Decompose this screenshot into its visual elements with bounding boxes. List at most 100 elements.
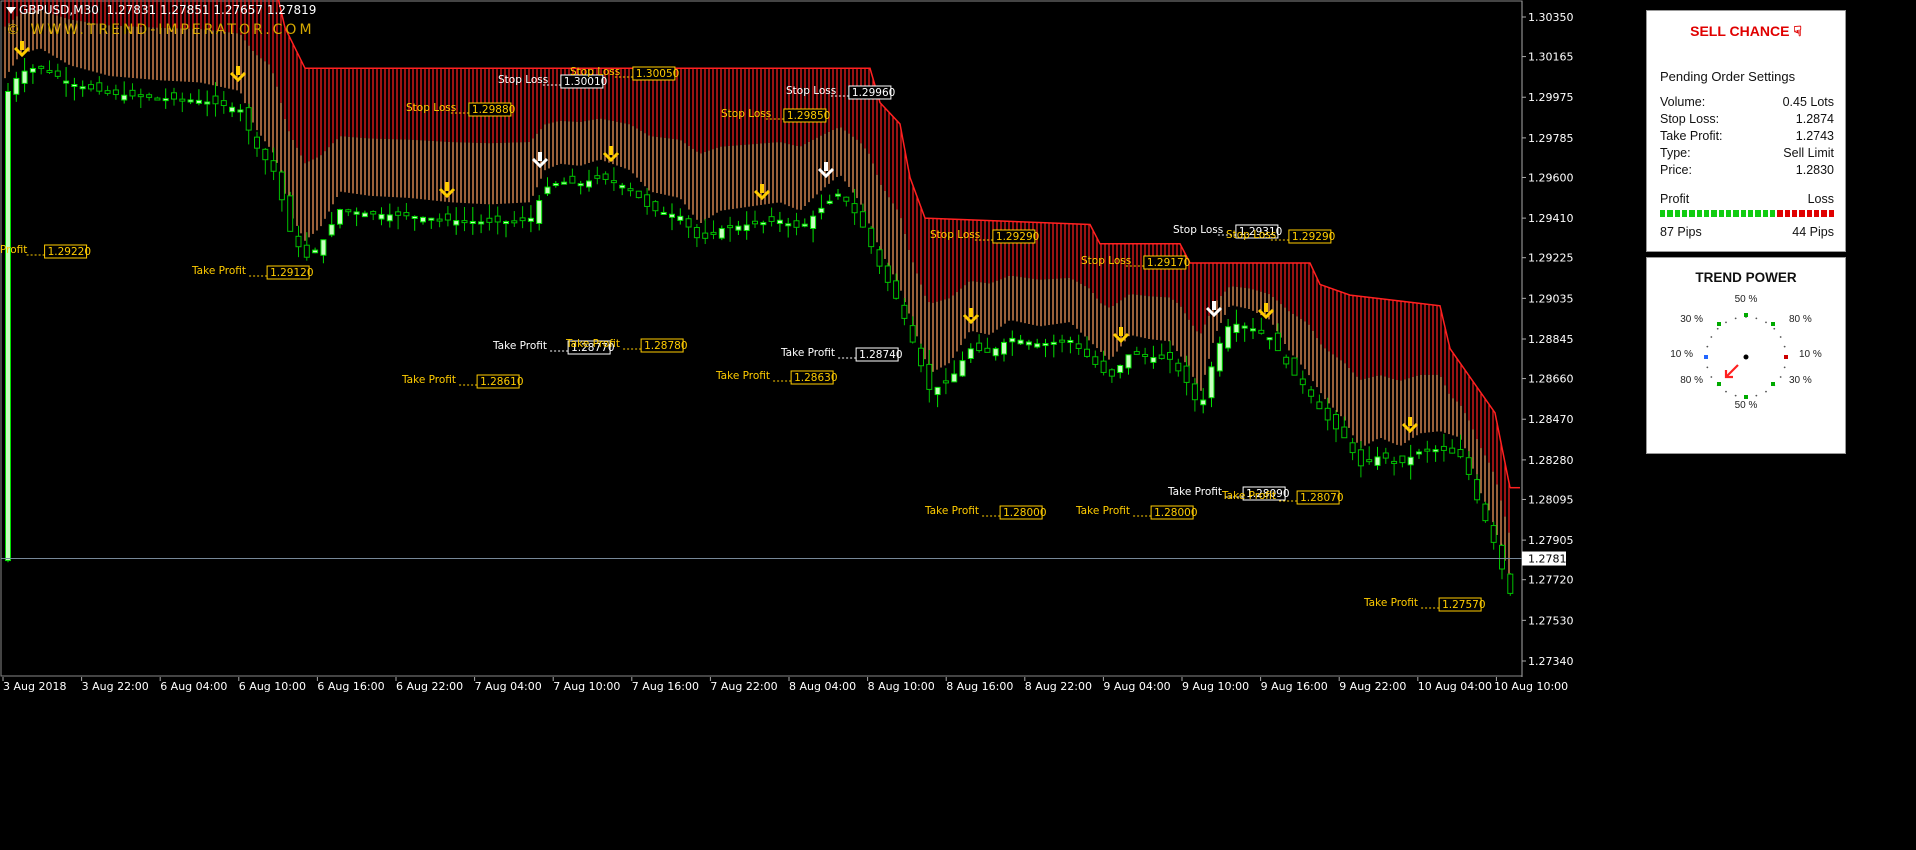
candle-body xyxy=(967,348,974,360)
gauge-marker xyxy=(1717,382,1721,386)
gauge-dot xyxy=(1783,366,1786,369)
candle-body xyxy=(1399,455,1406,464)
candle-body xyxy=(561,181,568,185)
gauge-dot xyxy=(1779,376,1782,378)
candle-body xyxy=(876,249,883,267)
gauge-label: 30 % xyxy=(1789,375,1812,386)
candle-body xyxy=(1374,456,1381,466)
candle-body xyxy=(901,304,908,319)
gauge-dot xyxy=(1734,394,1737,397)
trade-label-value: 1.28780 xyxy=(644,340,687,352)
price-tick-label: 1.30350 xyxy=(1528,11,1574,24)
candle-body xyxy=(1341,426,1348,439)
candle-body xyxy=(735,225,742,231)
candle-body xyxy=(278,171,285,201)
gauge-dot xyxy=(1710,336,1713,338)
trade-label-text: Take Profit xyxy=(1075,505,1130,517)
candle-body xyxy=(1357,449,1364,467)
dropdown-triangle-icon[interactable] xyxy=(6,7,16,14)
price-tick-label: 1.27905 xyxy=(1528,534,1574,547)
gauge-label: 80 % xyxy=(1680,375,1703,386)
candle-body xyxy=(934,386,941,396)
profit-loss-segment xyxy=(1740,210,1746,217)
trade-label-value: 1.28070 xyxy=(1300,492,1343,504)
candle-body xyxy=(1324,407,1331,421)
gauge-dot xyxy=(1716,327,1719,330)
candle-body xyxy=(868,227,875,248)
candle-body xyxy=(909,325,916,343)
price-tick-label: 1.27340 xyxy=(1528,655,1574,668)
profit-loss-segment xyxy=(1703,210,1710,217)
candle-body xyxy=(146,94,153,98)
candle-body xyxy=(801,223,808,227)
time-tick-label: 7 Aug 10:00 xyxy=(553,680,620,693)
candle-body xyxy=(179,98,186,102)
candle-body xyxy=(810,215,817,230)
gauge-marker xyxy=(1744,313,1748,317)
candle-body xyxy=(1283,356,1290,365)
candle-body xyxy=(702,232,709,239)
price-tick-label: 1.29035 xyxy=(1528,292,1574,305)
profit-loss-segment xyxy=(1711,210,1717,217)
profit-loss-segment xyxy=(1733,210,1739,217)
candle-body xyxy=(353,211,360,215)
candle-body xyxy=(652,201,659,212)
candle-body xyxy=(1200,399,1207,406)
candle-body xyxy=(287,195,294,232)
profit-loss-segment xyxy=(1725,210,1732,217)
candle-body xyxy=(303,244,310,258)
candle-body xyxy=(337,209,343,225)
candle-body xyxy=(1084,348,1090,357)
candle-body xyxy=(984,347,991,353)
price-tick-label: 1.30165 xyxy=(1528,51,1574,64)
take-profit-label: Take Profit 1.28610 xyxy=(401,374,524,389)
profit-loss-segment xyxy=(1799,210,1805,217)
candle-body xyxy=(1424,448,1431,452)
candle-body xyxy=(752,220,758,225)
candle-body xyxy=(1092,356,1099,365)
time-tick-label: 6 Aug 04:00 xyxy=(160,680,227,693)
gauge-label: 10 % xyxy=(1799,349,1822,360)
trade-label-value: 1.29850 xyxy=(787,110,830,122)
candle-body xyxy=(503,221,509,225)
trade-label-value: 1.29290 xyxy=(1292,231,1335,243)
gauge-dot xyxy=(1725,321,1727,324)
candle-body xyxy=(254,136,260,149)
candle-body xyxy=(1416,451,1422,455)
candle-body xyxy=(1366,459,1373,463)
time-tick-label: 9 Aug 04:00 xyxy=(1103,680,1170,693)
candle-body xyxy=(1316,401,1323,410)
candle-body xyxy=(1457,449,1464,458)
candle-body xyxy=(187,99,194,103)
candle-body xyxy=(1465,457,1472,475)
candle-body xyxy=(204,101,211,105)
candle-body xyxy=(826,200,833,204)
trade-label-value: 1.28610 xyxy=(480,376,523,388)
take-profit-label: Take Profit 1.28780 xyxy=(565,338,688,353)
trade-label-text: Take Profit xyxy=(1167,486,1222,498)
trade-label-value: 1.29880 xyxy=(472,104,515,116)
candle-body xyxy=(627,188,634,192)
price-chart[interactable]: Profit 1.29220 Take Profit 1.29120 Stop Loss… xyxy=(0,0,1916,850)
time-tick-label: 3 Aug 22:00 xyxy=(82,680,149,693)
gauge-dot xyxy=(1779,336,1782,338)
candle-body xyxy=(1167,351,1173,360)
candle-body xyxy=(96,82,103,92)
trade-label-text: Stop Loss xyxy=(786,85,836,97)
candle-body xyxy=(1042,343,1049,347)
price-tick-label: 1.27720 xyxy=(1528,574,1574,587)
profit-loss-segment xyxy=(1681,210,1688,217)
profit-loss-labels: Profit Loss xyxy=(1660,192,1834,206)
price-tick-label: 1.29225 xyxy=(1528,252,1574,265)
candle-body xyxy=(1034,343,1041,348)
candle-body xyxy=(88,84,94,90)
take-profit-label: Take Profit 1.27570 xyxy=(1363,597,1486,612)
gauge-dot xyxy=(1706,345,1709,348)
gauge-dot xyxy=(1710,376,1713,378)
candle-body xyxy=(1274,332,1281,352)
time-tick-label: 6 Aug 16:00 xyxy=(317,680,384,693)
order-row-type: Type: Sell Limit xyxy=(1660,146,1834,160)
candle-body xyxy=(918,347,924,367)
candle-body xyxy=(1100,360,1107,373)
candle-body xyxy=(1125,354,1132,369)
